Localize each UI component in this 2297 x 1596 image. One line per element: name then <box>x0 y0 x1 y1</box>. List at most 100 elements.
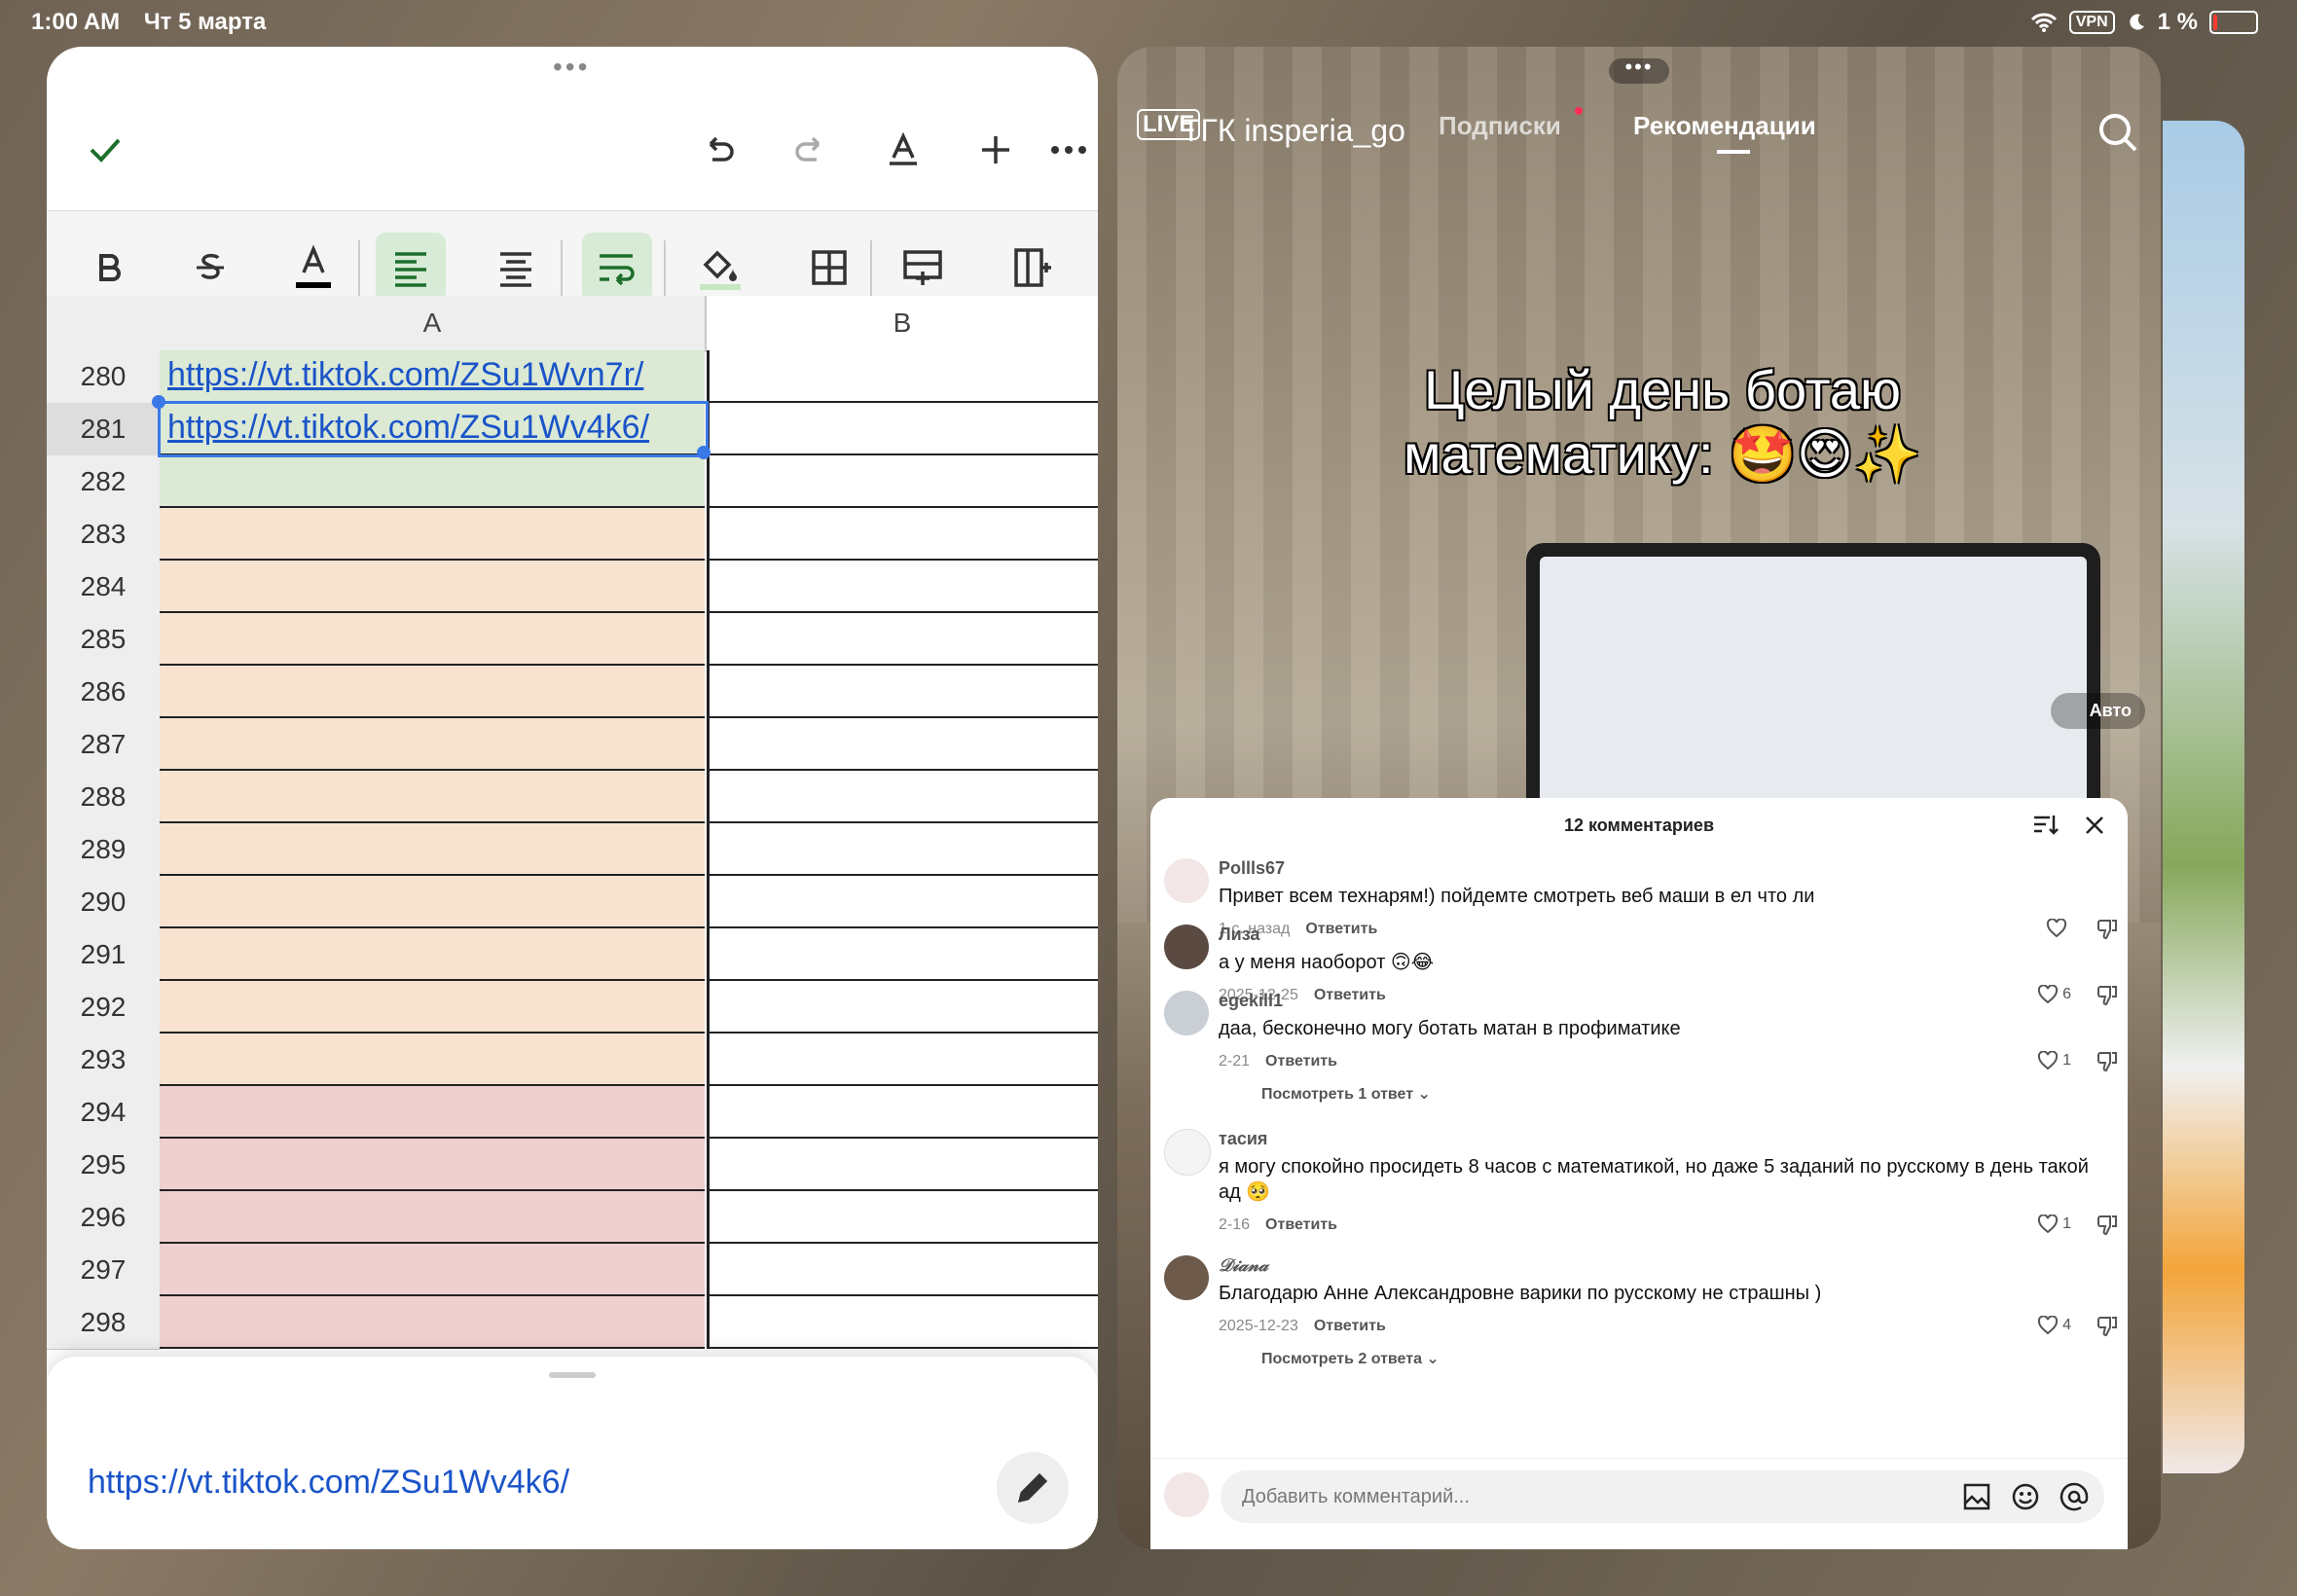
cell-a[interactable] <box>160 613 705 666</box>
dislike-button[interactable] <box>2096 1051 2118 1077</box>
cell-a[interactable] <box>160 1296 705 1349</box>
cell-b[interactable] <box>707 403 1098 455</box>
cell-b[interactable] <box>707 613 1098 666</box>
cell-a[interactable] <box>160 771 705 823</box>
cell-a[interactable] <box>160 718 705 771</box>
tab-following[interactable]: Подписки <box>1439 111 1561 141</box>
cell-a[interactable] <box>160 1139 705 1191</box>
like-button[interactable]: 1 <box>2037 1215 2071 1234</box>
row-number[interactable]: 297 <box>47 1244 160 1297</box>
row-number[interactable]: 291 <box>47 928 160 982</box>
row-number[interactable]: 281 <box>47 403 160 456</box>
insert-column-button[interactable] <box>997 233 1067 303</box>
cell-a[interactable] <box>160 508 705 561</box>
cell-a[interactable] <box>160 981 705 1034</box>
comment-username[interactable]: Pollls67 <box>1219 858 1285 879</box>
comment-username[interactable]: Лиза <box>1219 925 1259 945</box>
cell-value-link[interactable]: https://vt.tiktok.com/ZSu1Wv4k6/ <box>88 1464 569 1502</box>
text-format-button[interactable] <box>864 105 942 195</box>
cell-b[interactable] <box>707 718 1098 771</box>
tab-for-you[interactable]: Рекомендации <box>1633 111 1816 154</box>
panel-grabber[interactable] <box>549 1372 596 1378</box>
row-number[interactable]: 293 <box>47 1034 160 1087</box>
reply-button[interactable]: Ответить <box>1265 1053 1337 1070</box>
mention-icon[interactable] <box>2060 1482 2089 1511</box>
dislike-button[interactable] <box>2096 1316 2118 1342</box>
row-number[interactable]: 286 <box>47 666 160 719</box>
cell-b[interactable] <box>707 455 1098 508</box>
avatar[interactable] <box>1164 858 1209 903</box>
close-comments-button[interactable] <box>2081 812 2108 844</box>
reply-button[interactable]: Ответить <box>1265 1216 1337 1233</box>
cell-b[interactable] <box>707 771 1098 823</box>
column-header-b[interactable]: B <box>707 296 1098 352</box>
cell-a[interactable] <box>160 1086 705 1139</box>
avatar[interactable] <box>1164 925 1209 969</box>
row-number[interactable]: 284 <box>47 561 160 614</box>
insert-button[interactable] <box>957 105 1035 195</box>
row-number[interactable]: 298 <box>47 1296 160 1350</box>
window-grabber[interactable]: ••• <box>1609 56 1669 84</box>
row-number[interactable]: 280 <box>47 350 160 404</box>
row-number[interactable]: 295 <box>47 1139 160 1192</box>
row-number[interactable]: 285 <box>47 613 160 667</box>
row-number[interactable]: 288 <box>47 771 160 824</box>
cell-a[interactable] <box>160 876 705 928</box>
cell-b[interactable] <box>707 928 1098 981</box>
cell-b[interactable] <box>707 981 1098 1034</box>
undo-button[interactable] <box>679 105 757 195</box>
comment-username[interactable]: egekill1 <box>1219 991 1283 1011</box>
cell-b[interactable] <box>707 561 1098 613</box>
column-header-a[interactable]: A <box>160 296 707 352</box>
row-number[interactable]: 287 <box>47 718 160 772</box>
cell-b[interactable] <box>707 1086 1098 1139</box>
channel-name[interactable]: ТГК insperia_go <box>1182 113 1405 149</box>
search-button[interactable] <box>2096 111 2139 159</box>
cell-b[interactable] <box>707 666 1098 718</box>
cell-a[interactable] <box>160 455 705 508</box>
strikethrough-button[interactable] <box>175 233 245 303</box>
cell-b[interactable] <box>707 1244 1098 1296</box>
cell-a[interactable] <box>160 928 705 981</box>
selection-handle-end[interactable] <box>697 446 711 459</box>
more-button[interactable] <box>1039 105 1098 195</box>
cell-b[interactable] <box>707 876 1098 928</box>
cell-a[interactable] <box>160 1244 705 1296</box>
view-replies-button[interactable]: Посмотреть 2 ответа ⌄ <box>1261 1349 1440 1368</box>
fill-color-button[interactable] <box>685 233 755 303</box>
redo-button[interactable] <box>772 105 850 195</box>
corner-header[interactable] <box>47 296 160 352</box>
selection-handle-start[interactable] <box>152 395 165 409</box>
row-number[interactable]: 289 <box>47 823 160 877</box>
dislike-button[interactable] <box>2096 1215 2118 1241</box>
cell-a[interactable] <box>160 1191 705 1244</box>
done-checkmark-button[interactable] <box>66 105 144 195</box>
cell-b[interactable] <box>707 508 1098 561</box>
row-number[interactable]: 292 <box>47 981 160 1034</box>
borders-button[interactable] <box>794 233 864 303</box>
cell-link[interactable]: https://vt.tiktok.com/ZSu1Wvn7r/ <box>167 356 643 394</box>
comment-username[interactable]: тасия <box>1219 1129 1267 1149</box>
row-number[interactable]: 282 <box>47 455 160 509</box>
bold-button[interactable] <box>74 233 144 303</box>
cell-b[interactable] <box>707 350 1098 403</box>
avatar[interactable] <box>1164 1255 1209 1300</box>
avatar[interactable] <box>1164 1129 1211 1176</box>
row-number[interactable]: 294 <box>47 1086 160 1140</box>
wrap-text-button[interactable] <box>582 233 652 303</box>
cell-b[interactable] <box>707 1191 1098 1244</box>
cell-a[interactable]: https://vt.tiktok.com/ZSu1Wvn7r/ <box>160 350 705 403</box>
cell-a[interactable] <box>160 1034 705 1086</box>
comment-username[interactable]: 𝒟𝒾𝒶𝓃𝒶 <box>1219 1255 1268 1276</box>
sort-comments-button[interactable] <box>2032 812 2060 844</box>
cell-b[interactable] <box>707 1296 1098 1349</box>
text-color-button[interactable] <box>278 233 348 303</box>
window-grabber[interactable]: ••• <box>553 54 590 81</box>
emoji-icon[interactable] <box>2011 1482 2040 1511</box>
cell-b[interactable] <box>707 1034 1098 1086</box>
like-button[interactable]: 4 <box>2037 1316 2071 1335</box>
cell-a[interactable] <box>160 666 705 718</box>
insert-row-button[interactable] <box>888 233 958 303</box>
cell-a[interactable] <box>160 561 705 613</box>
like-button[interactable]: 1 <box>2037 1051 2071 1070</box>
